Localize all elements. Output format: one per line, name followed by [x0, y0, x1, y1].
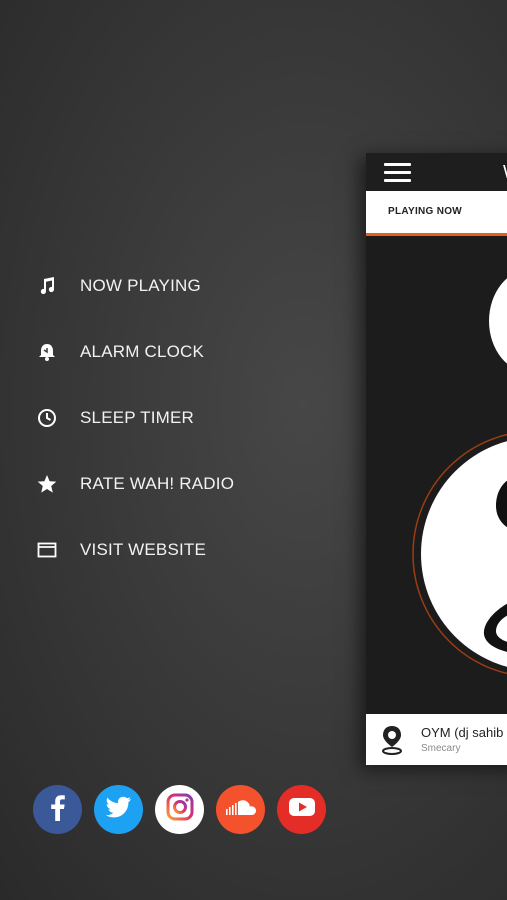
menu-item-sleep-timer[interactable]: SLEEP TIMER: [0, 392, 320, 444]
youtube-button[interactable]: [277, 785, 326, 834]
station-artwork: [366, 236, 507, 714]
app-title: W: [503, 162, 507, 183]
tab-playing-now[interactable]: PLAYING NOW: [388, 206, 462, 217]
menu-item-label: NOW PLAYING: [80, 276, 201, 295]
browser-window-icon: [36, 539, 58, 561]
tab-bar: PLAYING NOW: [366, 191, 507, 236]
now-playing-bar[interactable]: OYM (dj sahib Smecary: [366, 714, 507, 765]
social-links: [33, 785, 326, 834]
instagram-button[interactable]: [155, 785, 204, 834]
track-title: OYM (dj sahib: [421, 725, 504, 740]
menu-item-rate-wah-radio[interactable]: RATE WAH! RADIO: [0, 458, 320, 510]
youtube-play-icon: [288, 797, 316, 822]
facebook-button[interactable]: [33, 785, 82, 834]
star-icon: [36, 473, 58, 495]
app-preview-panel[interactable]: W PLAYING NOW OYM (dj sahib Smecary: [366, 153, 507, 765]
menu-item-now-playing[interactable]: NOW PLAYING: [0, 260, 320, 312]
menu-item-label: VISIT WEBSITE: [80, 540, 207, 559]
wah-radio-logo-art: [412, 278, 507, 675]
menu-item-label: RATE WAH! RADIO: [80, 474, 235, 493]
music-note-icon: [36, 275, 58, 297]
hamburger-menu-icon[interactable]: [384, 163, 411, 183]
soundcloud-icon: [225, 799, 257, 820]
instagram-icon: [166, 793, 194, 826]
facebook-icon: [47, 793, 69, 826]
menu-item-label: SLEEP TIMER: [80, 408, 195, 427]
alarm-bell-icon: [36, 341, 58, 363]
app-top-bar: W: [366, 153, 507, 191]
menu-item-label: ALARM CLOCK: [80, 342, 205, 361]
twitter-bird-icon: [105, 796, 132, 823]
twitter-button[interactable]: [94, 785, 143, 834]
track-artist: Smecary: [421, 743, 461, 754]
soundcloud-button[interactable]: [216, 785, 265, 834]
station-logo-icon: [380, 725, 404, 755]
menu-item-alarm-clock[interactable]: ALARM CLOCK: [0, 326, 320, 378]
menu-item-visit-website[interactable]: VISIT WEBSITE: [0, 524, 320, 576]
clock-icon: [36, 407, 58, 429]
